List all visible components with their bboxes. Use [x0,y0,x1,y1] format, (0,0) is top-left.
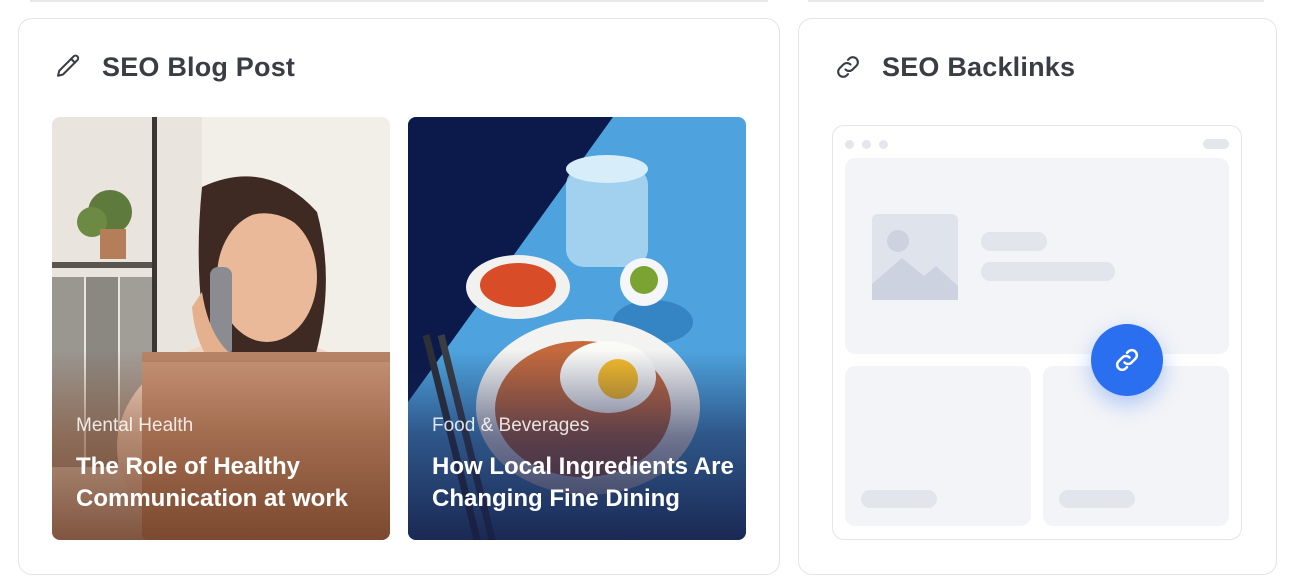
post-title[interactable]: The Role of Healthy Communication at wor… [76,451,390,515]
blog-post-card-mental-health[interactable]: Mental Health The Role of Healthy Commun… [52,117,390,540]
post-category: Mental Health [76,415,194,436]
window-dot [845,140,854,149]
pencil-icon [52,51,84,83]
blog-card-title: SEO Blog Post [102,51,296,82]
link-icon [1115,348,1139,372]
text-placeholder-bar [981,232,1047,251]
seo-backlinks-card: SEO Backlinks [798,18,1277,575]
text-placeholder-bar [1059,490,1135,508]
top-divider-right [808,0,1264,2]
window-control-pill [1203,139,1229,149]
blog-card-header: SEO Blog Post [52,51,295,83]
image-placeholder-icon [872,214,958,300]
hero-placeholder-panel [845,158,1229,354]
post-title-line-2: Changing Fine Dining [432,485,680,512]
add-backlink-button[interactable] [1091,324,1163,396]
backlinks-card-title: SEO Backlinks [882,51,1076,82]
blog-post-card-food[interactable]: Food & Beverages How Local Ingredients A… [408,117,746,540]
backlinks-card-header: SEO Backlinks [832,51,1075,83]
post-category: Food & Beverages [432,415,590,436]
window-dot [879,140,888,149]
browser-mockup-illustration [832,125,1242,540]
card-placeholder-panel [845,366,1031,526]
text-placeholder-bar [981,262,1115,281]
seo-blog-post-card: SEO Blog Post Mental Health The Role of … [18,18,780,575]
post-title-line-1: How Local Ingredients Are [432,453,734,480]
post-title[interactable]: How Local Ingredients Are Changing Fine … [432,451,746,515]
text-placeholder-bar [861,490,937,508]
window-dot [862,140,871,149]
post-title-line-1: The Role of Healthy [76,453,301,480]
post-title-line-2: Communication at work [76,485,349,512]
top-divider-left [30,0,768,2]
link-icon [832,51,864,83]
